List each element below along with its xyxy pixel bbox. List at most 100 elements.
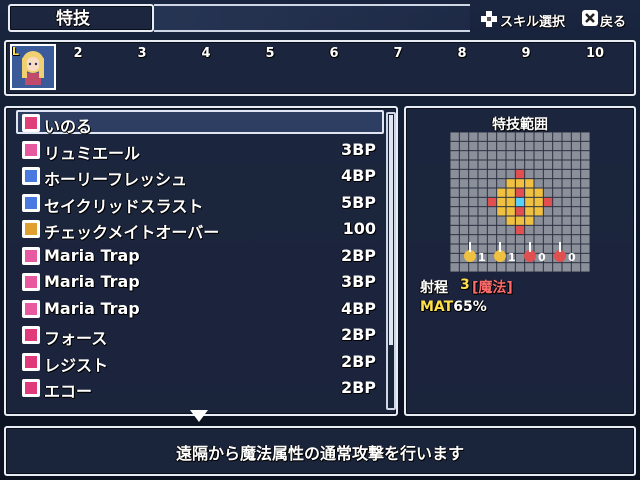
grid-cell	[487, 235, 497, 244]
grid-cell	[515, 179, 525, 188]
skill-name: エコー	[44, 382, 93, 401]
grid-cell	[506, 216, 515, 225]
skill-row[interactable]: Maria Trap 3BP	[18, 269, 386, 295]
grid-cell	[450, 235, 459, 244]
skill-row[interactable]: Maria Trap 2BP	[18, 243, 386, 269]
skill-vo-icon	[22, 352, 40, 371]
grid-cell	[497, 141, 506, 151]
party-slot-5[interactable]: 5	[255, 46, 285, 61]
page-title: 特技	[56, 9, 90, 29]
skill-magenta-sparkle-icon	[22, 114, 40, 132]
grid-cell	[450, 263, 459, 272]
grid-cell	[562, 151, 571, 160]
party-slot-10[interactable]: 10	[580, 46, 610, 61]
grid-cell	[543, 141, 553, 151]
skill-row[interactable]: フォース 2BP	[18, 322, 386, 348]
grid-cell	[450, 169, 459, 179]
grid-cell	[534, 263, 543, 272]
grid-cell	[571, 141, 581, 151]
grid-cell	[515, 225, 525, 235]
dpad-icon	[481, 11, 497, 27]
party-slot-2[interactable]: 2	[63, 46, 93, 61]
scroll-down-arrow-icon[interactable]	[190, 410, 208, 422]
skill-row[interactable]: リュミエール 3BP	[18, 137, 386, 163]
grid-cell	[487, 216, 497, 225]
skill-row[interactable]: エコー 2BP	[18, 375, 386, 401]
grid-cell	[515, 169, 525, 179]
skill-cost: 3BP	[340, 139, 376, 159]
grid-cell	[497, 151, 506, 160]
skill-row[interactable]: ホーリーフレッシュ 4BP	[18, 163, 386, 189]
grid-cell	[581, 179, 590, 188]
grid-cell	[497, 207, 506, 216]
grid-cell	[450, 132, 459, 141]
grid-cell	[469, 216, 478, 225]
grid-cell	[506, 197, 515, 207]
grid-cell	[515, 188, 525, 197]
skill-row[interactable]: チェックメイトオーバー 100	[18, 216, 386, 242]
grid-cell	[469, 141, 478, 151]
skill-row[interactable]: Maria Trap 4BP	[18, 296, 386, 322]
grid-cell	[553, 151, 562, 160]
grid-cell	[515, 160, 525, 169]
grid-cell	[450, 160, 459, 169]
grid-cell	[469, 188, 478, 197]
skill-row[interactable]: セイクリッドスラスト 5BP	[18, 190, 386, 216]
range-title: 特技範囲	[492, 117, 548, 133]
grid-cell	[506, 235, 515, 244]
skill-name: いのる	[44, 117, 93, 136]
grid-cell	[525, 225, 534, 235]
grid-cell	[571, 160, 581, 169]
grid-cell	[553, 216, 562, 225]
skill-cost: 4BP	[340, 298, 376, 318]
grid-cell	[450, 197, 459, 207]
help-skill-select: スキル選択	[500, 15, 566, 30]
grid-cell	[534, 179, 543, 188]
grid-cell	[487, 141, 497, 151]
party-slot-3[interactable]: 3	[127, 46, 157, 61]
grid-cell	[581, 225, 590, 235]
grid-cell	[450, 216, 459, 225]
stat-label: MAT	[420, 299, 454, 315]
grid-cell	[534, 225, 543, 235]
grid-cell	[506, 151, 515, 160]
title-strip	[154, 4, 470, 32]
grid-cell	[581, 235, 590, 244]
grid-cell	[562, 179, 571, 188]
party-slot-4[interactable]: 4	[191, 46, 221, 61]
grid-cell	[478, 225, 487, 235]
grid-cell	[534, 197, 543, 207]
grid-cell	[487, 132, 497, 141]
grid-cell	[534, 141, 543, 151]
grid-cell	[534, 151, 543, 160]
party-slot-6[interactable]: 6	[319, 46, 349, 61]
grid-cell	[571, 132, 581, 141]
grid-cell	[571, 235, 581, 244]
grid-cell	[581, 141, 590, 151]
grid-cell	[469, 263, 478, 272]
scroll-thumb[interactable]	[389, 115, 393, 345]
grid-cell	[553, 207, 562, 216]
skill-name: リュミエール	[44, 143, 141, 163]
party-slot-9[interactable]: 9	[511, 46, 541, 61]
grid-cell	[478, 169, 487, 179]
grid-cell	[506, 169, 515, 179]
stat-line: MAT65%	[420, 299, 487, 315]
grid-cell	[543, 179, 553, 188]
skill-cost: 2BP	[340, 351, 376, 371]
grid-cell	[543, 263, 553, 272]
grid-cell	[581, 207, 590, 216]
grid-cell	[562, 216, 571, 225]
skill-row[interactable]: レジスト 2BP	[18, 349, 386, 375]
skill-row[interactable]: いのる	[18, 110, 386, 136]
grid-cell	[515, 235, 525, 244]
skill-music-note-plus-icon	[22, 273, 40, 291]
grid-cell	[525, 216, 534, 225]
grid-cell	[487, 225, 497, 235]
grid-cell	[497, 169, 506, 179]
grid-cell	[497, 216, 506, 225]
party-slot-7[interactable]: 7	[383, 46, 413, 61]
grid-cell	[525, 132, 534, 141]
party-slot-8[interactable]: 8	[447, 46, 477, 61]
grid-cell	[459, 235, 469, 244]
